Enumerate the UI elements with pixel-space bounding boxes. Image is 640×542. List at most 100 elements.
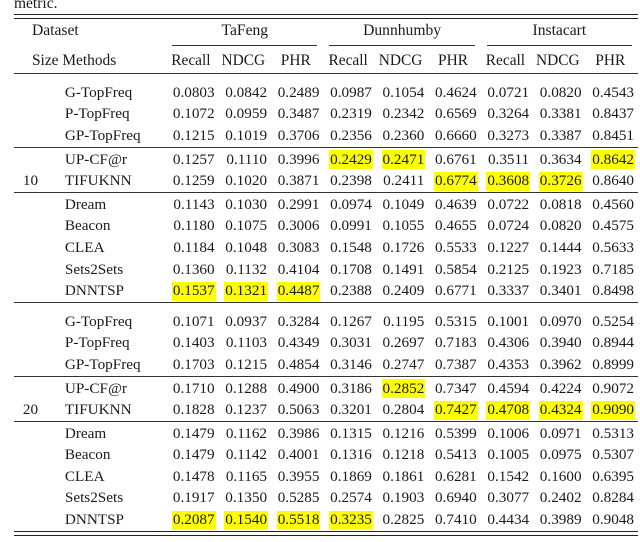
metric-value-cell: 0.0818 bbox=[533, 194, 585, 216]
metric-value-cell: 0.6281 bbox=[428, 466, 480, 488]
highlighted-value: 0.1537 bbox=[171, 281, 216, 301]
value: 0.1218 bbox=[382, 446, 425, 464]
header-group-tafeng: TaFeng bbox=[221, 22, 269, 39]
value: 0.6395 bbox=[592, 467, 634, 485]
value: 0.1215 bbox=[172, 126, 215, 144]
metric-value-cell: 0.8999 bbox=[586, 354, 638, 376]
value: 0.4306 bbox=[487, 334, 530, 352]
value: 0.3955 bbox=[277, 467, 320, 485]
value: 0.4104 bbox=[277, 260, 320, 278]
row-spacer bbox=[14, 75, 638, 82]
metric-value-cell: 0.0959 bbox=[219, 104, 271, 126]
header-metric-phr-2: PHR bbox=[280, 51, 311, 69]
metric-value-cell: 0.1143 bbox=[166, 194, 218, 216]
value: 0.7185 bbox=[592, 260, 634, 278]
method-name-cell: Sets2Sets bbox=[64, 489, 124, 507]
metric-value-cell: 0.1537 bbox=[166, 280, 218, 302]
metric-value-cell: 0.4624 bbox=[428, 82, 480, 104]
value: 0.5399 bbox=[434, 424, 477, 442]
table-row: DNNTSP 0.2087 0.1540 0.5518 0.3235 0.2825 0.74… bbox=[14, 509, 638, 531]
metric-value-cell: 0.6774 bbox=[428, 170, 480, 192]
value: 0.9072 bbox=[592, 379, 634, 397]
size-label-cell bbox=[14, 333, 45, 355]
highlighted-value: 0.3608 bbox=[486, 171, 531, 191]
metric-value-cell: 0.6940 bbox=[428, 488, 480, 510]
highlighted-value: 0.4487 bbox=[276, 281, 321, 301]
value: 0.1600 bbox=[539, 467, 582, 485]
value: 0.8437 bbox=[592, 105, 634, 123]
table-row: CLEA 0.1478 0.1165 0.3955 0.1869 0.1861 0.6281… bbox=[14, 466, 638, 488]
metric-value-cell: 0.2360 bbox=[376, 125, 428, 147]
metric-value-cell: 0.1257 bbox=[166, 149, 218, 171]
metric-value-cell: 0.1710 bbox=[166, 378, 218, 400]
metric-value-cell: 0.2991 bbox=[271, 194, 323, 216]
row-spacer bbox=[14, 304, 638, 311]
value: 0.0721 bbox=[487, 83, 530, 101]
value: 0.3989 bbox=[539, 511, 582, 529]
metric-value-cell: 0.1703 bbox=[166, 354, 218, 376]
metric-value-cell: 0.0987 bbox=[323, 82, 375, 104]
metric-value-cell: 0.8451 bbox=[586, 125, 638, 147]
metric-value-cell: 0.1165 bbox=[219, 466, 271, 488]
value: 0.4349 bbox=[277, 334, 320, 352]
metric-value-cell: 0.1110 bbox=[219, 149, 271, 171]
metric-value-cell: 0.3235 bbox=[323, 509, 375, 531]
metric-value-cell: 0.3986 bbox=[271, 423, 323, 445]
value: 0.1143 bbox=[173, 195, 215, 213]
method-name-cell: Beacon bbox=[64, 446, 111, 464]
metric-value-cell: 0.5313 bbox=[586, 423, 638, 445]
value: 0.1491 bbox=[382, 260, 425, 278]
metric-value-cell: 0.3511 bbox=[481, 149, 533, 171]
value: 0.2125 bbox=[487, 260, 530, 278]
value: 0.1054 bbox=[382, 83, 425, 101]
metric-value-cell: 0.2852 bbox=[376, 378, 428, 400]
value: 0.0820 bbox=[539, 83, 582, 101]
value: 0.7183 bbox=[434, 334, 477, 352]
table-row: 10 TIFUKNN 0.1259 0.1020 0.3871 0.2398 0.2411 0… bbox=[14, 170, 638, 192]
table-page: metric. Dataset TaFeng Dunnhumby Instacart S… bbox=[0, 0, 640, 542]
value: 0.6761 bbox=[434, 150, 477, 168]
results-table-body: Dataset TaFeng Dunnhumby Instacart Size Meth… bbox=[14, 14, 638, 536]
value: 0.1132 bbox=[225, 260, 268, 278]
metric-value-cell: 0.3381 bbox=[533, 104, 585, 126]
metric-value-cell: 0.1019 bbox=[219, 125, 271, 147]
highlighted-value: 0.4708 bbox=[486, 400, 531, 420]
metric-value-cell: 0.3726 bbox=[533, 170, 585, 192]
value: 0.1542 bbox=[487, 467, 530, 485]
metric-value-cell: 0.0820 bbox=[533, 82, 585, 104]
metric-value-cell: 0.3186 bbox=[323, 378, 375, 400]
metric-value-cell: 0.4434 bbox=[481, 509, 533, 531]
value: 0.1048 bbox=[225, 238, 268, 256]
value: 0.1103 bbox=[225, 334, 268, 352]
value: 0.5533 bbox=[434, 238, 477, 256]
metric-value-cell: 0.1542 bbox=[481, 466, 533, 488]
header-metric-phr-8: PHR bbox=[595, 51, 626, 69]
highlighted-value: 0.2471 bbox=[381, 150, 426, 170]
value: 0.9048 bbox=[592, 511, 634, 529]
metric-value-cell: 0.1103 bbox=[219, 333, 271, 355]
metric-value-cell: 0.1005 bbox=[481, 445, 533, 467]
metric-value-cell: 0.1903 bbox=[376, 488, 428, 510]
value: 0.1478 bbox=[172, 467, 215, 485]
value: 0.1548 bbox=[330, 238, 372, 256]
value: 0.4001 bbox=[277, 446, 320, 464]
header-group-dunnhumby: Dunnhumby bbox=[363, 22, 442, 39]
metric-value-cell: 0.4594 bbox=[481, 378, 533, 400]
metric-value-cell: 0.3608 bbox=[481, 170, 533, 192]
metric-value-cell: 0.2319 bbox=[323, 104, 375, 126]
metric-value-cell: 0.0722 bbox=[481, 194, 533, 216]
header-group-instacart: Instacart bbox=[532, 22, 587, 39]
metric-value-cell: 0.4655 bbox=[428, 216, 480, 238]
highlighted-value: 0.1321 bbox=[224, 281, 269, 301]
metric-value-cell: 0.1162 bbox=[219, 423, 271, 445]
value: 0.5854 bbox=[434, 260, 477, 278]
header-metric-recall-6: Recall bbox=[485, 51, 526, 69]
highlighted-value: 0.9090 bbox=[591, 400, 635, 420]
value: 0.5315 bbox=[434, 312, 477, 330]
highlighted-value: 0.2429 bbox=[329, 150, 373, 170]
value: 0.8284 bbox=[592, 489, 634, 507]
metric-value-cell: 0.9072 bbox=[586, 378, 638, 400]
value: 0.1708 bbox=[330, 260, 372, 278]
metric-value-cell: 0.4560 bbox=[586, 194, 638, 216]
metric-value-cell: 0.3201 bbox=[323, 399, 375, 421]
